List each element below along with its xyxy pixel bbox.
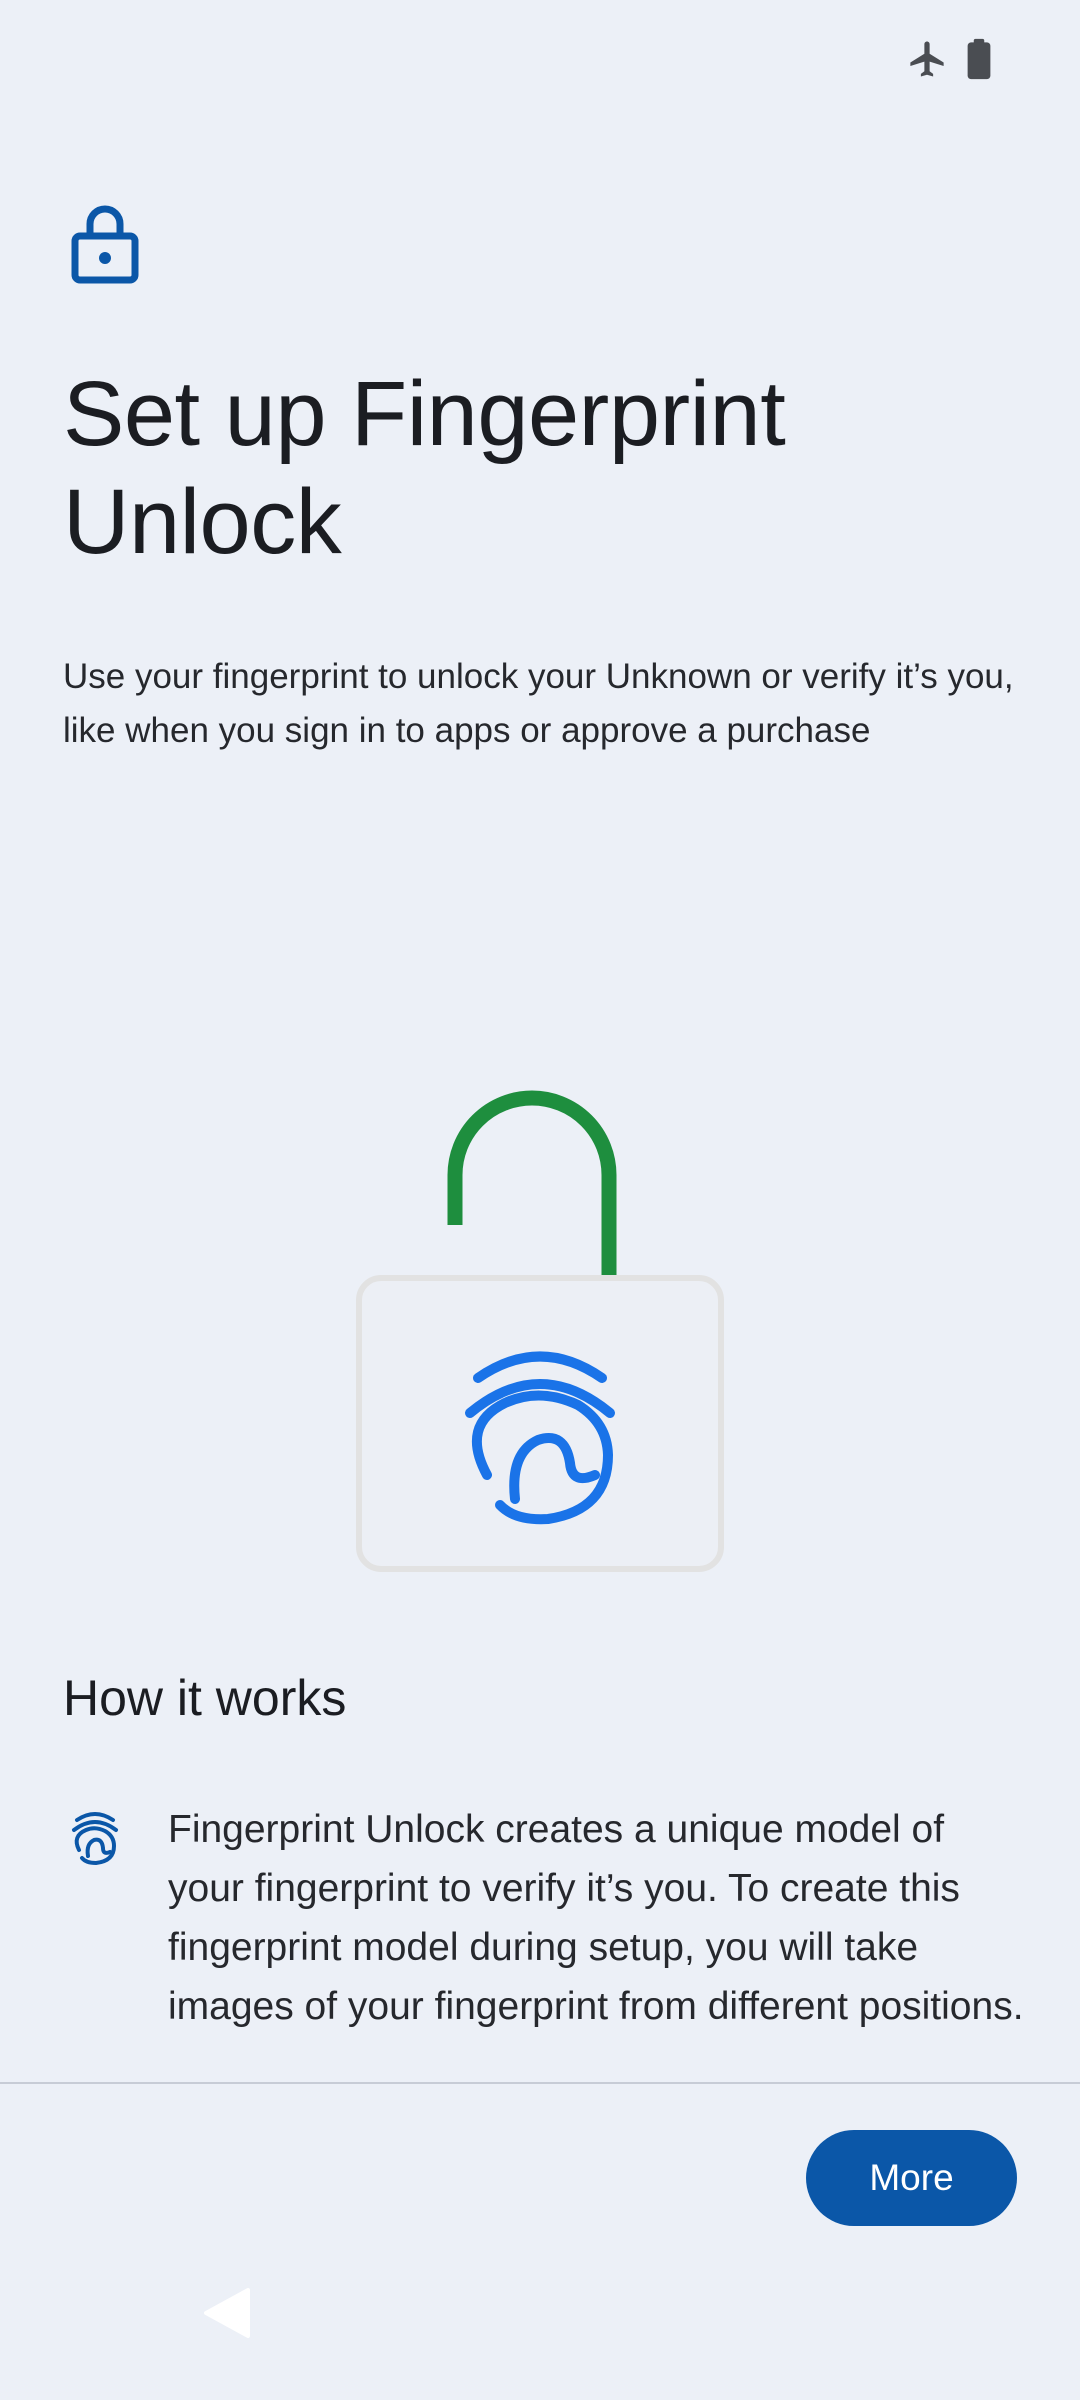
how-it-works-heading: How it works bbox=[63, 1670, 347, 1726]
footer-bar: More bbox=[0, 2084, 1080, 2250]
fingerprint-icon bbox=[72, 1812, 118, 1866]
lock-icon bbox=[71, 205, 139, 284]
page-title: Set up Fingerprint Unlock bbox=[63, 363, 786, 573]
more-button[interactable]: More bbox=[806, 2130, 1017, 2226]
airplane-mode-icon bbox=[910, 41, 944, 77]
battery-icon bbox=[967, 38, 991, 80]
status-bar bbox=[0, 0, 1080, 120]
back-triangle-icon[interactable] bbox=[200, 2286, 252, 2340]
fingerprint-setup-screen: Set up Fingerprint Unlock Use your finge… bbox=[0, 0, 1080, 2400]
page-description: Use your fingerprint to unlock your Unkn… bbox=[63, 657, 1014, 750]
scroll-content[interactable]: Set up Fingerprint Unlock Use your finge… bbox=[0, 120, 1080, 2082]
unlocked-padlock-fingerprint-illustration bbox=[356, 1090, 724, 1572]
navigation-bar bbox=[0, 2250, 1080, 2400]
how-it-works-text: Fingerprint Unlock creates a unique mode… bbox=[168, 1808, 1024, 2028]
